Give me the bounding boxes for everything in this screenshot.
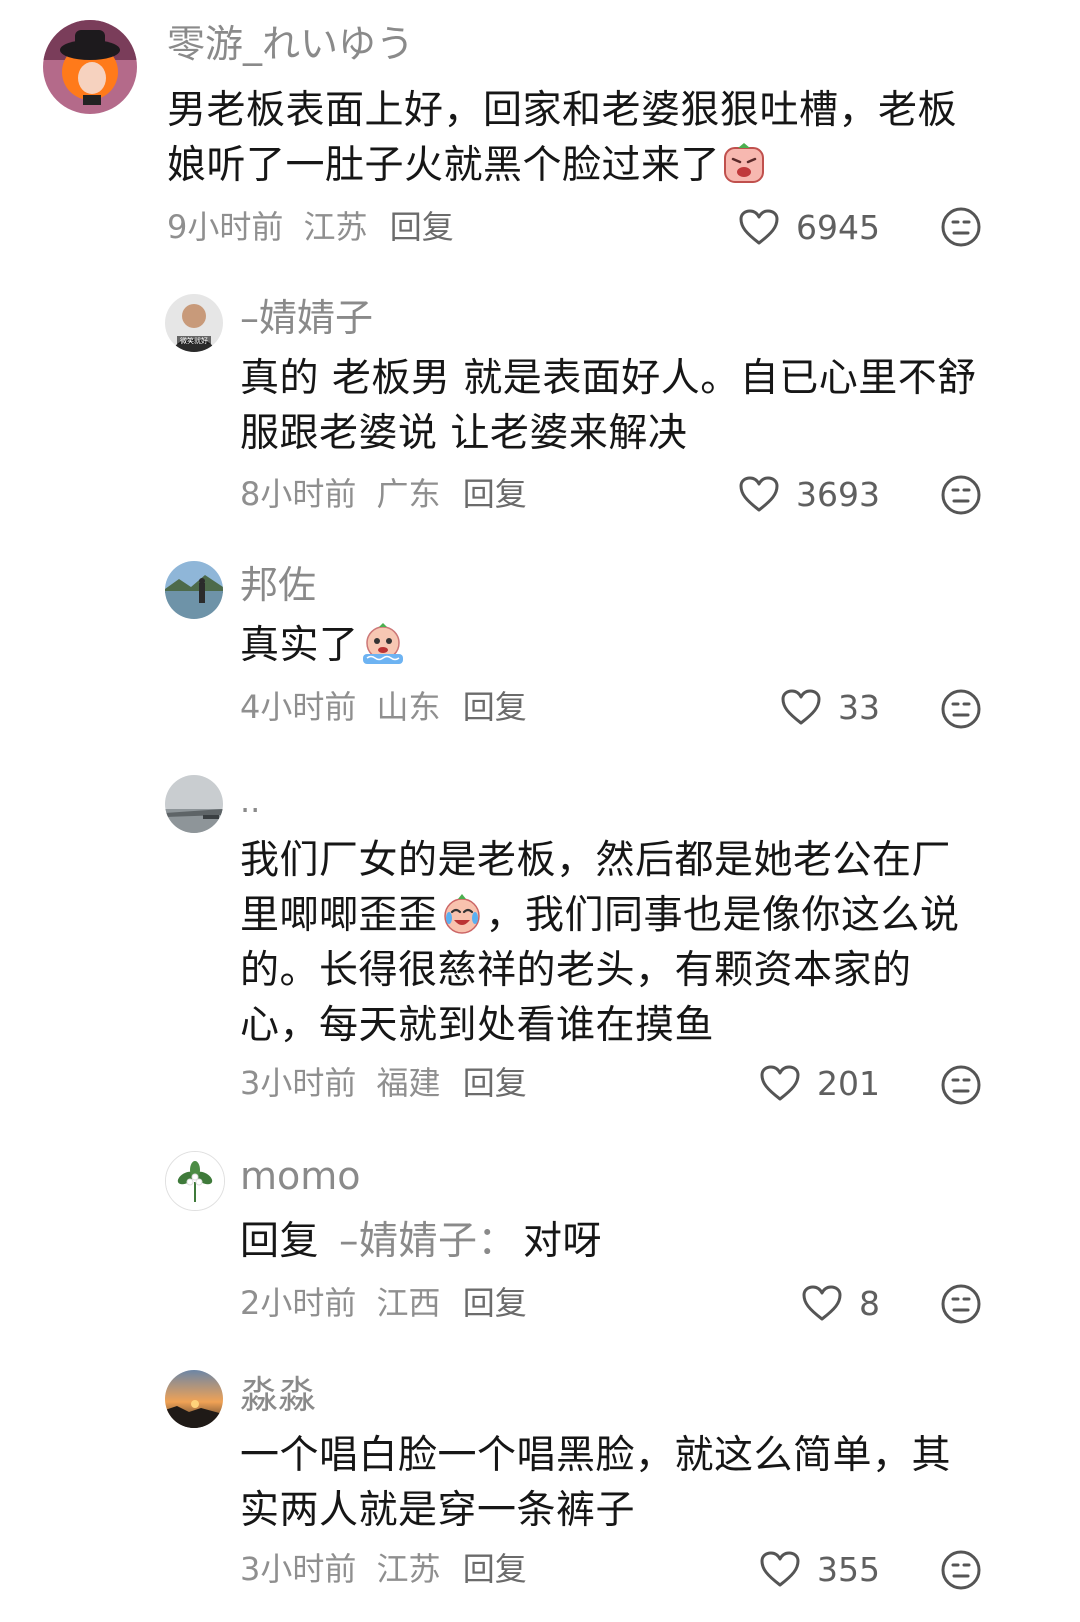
comment-meta: 8小时前 广东 回复 — [240, 478, 527, 510]
comment-text-fragment: ，我们同事也是像你这么说 — [485, 893, 960, 938]
reply-prefix: 回复 — [240, 1219, 320, 1264]
heart-outline-icon — [739, 209, 779, 245]
dislike-button[interactable] — [940, 474, 982, 516]
comment-location: 广东 — [376, 475, 441, 513]
avatar-badge: 微笑就好 — [180, 336, 208, 345]
heart-outline-icon — [760, 1065, 800, 1101]
comment-location: 江苏 — [303, 208, 368, 246]
comment-text: 男老板表面上好，回家和老婆狠狠吐槽，老板 娘听了一肚子火就黑个脸过来了 — [167, 83, 1027, 193]
like-count: 8 — [859, 1283, 880, 1323]
comment-meta: 9小时前 江苏 回复 — [167, 211, 454, 243]
comment-time: 8小时前 — [240, 475, 357, 513]
reply-button[interactable]: 回复 — [463, 1284, 527, 1322]
user-avatar[interactable] — [43, 20, 137, 114]
meh-face-icon — [941, 689, 981, 729]
comment-text-line: 服跟老婆说 让老婆来解决 — [240, 411, 688, 456]
comment-text: 一个唱白脸一个唱黑脸，就这么简单，其 实两人就是穿一条裤子 — [240, 1428, 1040, 1538]
like-count: 6945 — [796, 207, 880, 247]
dislike-button[interactable] — [940, 1064, 982, 1106]
dislike-button[interactable] — [940, 206, 982, 248]
meh-face-icon — [941, 1550, 981, 1590]
comment-text-line: 里唧唧歪歪 ，我们同事也是像你这么说 — [240, 888, 1040, 943]
comment-text-fragment: 对呀 — [523, 1219, 603, 1264]
meh-face-icon — [941, 207, 981, 247]
like-button[interactable]: 33 — [780, 688, 880, 726]
comment-time: 3小时前 — [240, 1064, 357, 1102]
user-avatar[interactable]: 微笑就好 — [165, 294, 223, 352]
like-button[interactable]: 8 — [801, 1284, 880, 1322]
like-count: 201 — [817, 1063, 880, 1103]
dislike-button[interactable] — [940, 688, 982, 730]
comment-time: 4小时前 — [240, 688, 357, 726]
like-count: 3693 — [796, 474, 880, 514]
user-avatar[interactable] — [165, 561, 223, 619]
laugh-cry-emoji-icon — [440, 892, 484, 936]
comment-meta: 3小时前 江苏 回复 — [240, 1553, 527, 1585]
like-count: 355 — [817, 1549, 880, 1589]
comment-text-line: 男老板表面上好，回家和老婆狠狠吐槽，老板 — [167, 88, 958, 133]
crying-face-emoji-icon — [361, 622, 405, 666]
comment-time: 9小时前 — [167, 208, 284, 246]
comment-text-fragment: 里唧唧歪歪 — [240, 893, 438, 938]
comment-meta: 2小时前 江西 回复 — [240, 1287, 527, 1319]
comment-location: 福建 — [376, 1064, 441, 1102]
comment-text-line: 真实了 — [240, 618, 1040, 673]
comment-text: 真实了 — [240, 618, 1040, 673]
username[interactable]: –婧婧子 — [240, 299, 373, 337]
comment-meta: 4小时前 山东 回复 — [240, 691, 527, 723]
meh-face-icon — [941, 1065, 981, 1105]
like-button[interactable]: 3693 — [738, 475, 880, 513]
comment-location: 江西 — [376, 1284, 441, 1322]
angry-face-emoji-icon — [722, 142, 766, 186]
user-avatar[interactable] — [165, 1151, 225, 1211]
comment-text-fragment: 真实了 — [240, 623, 359, 668]
reply-button[interactable]: 回复 — [390, 208, 454, 246]
username[interactable]: 零游_れいゆう — [167, 25, 414, 63]
heart-outline-icon — [760, 1551, 800, 1587]
user-avatar[interactable] — [165, 775, 223, 833]
comment-location: 江苏 — [376, 1550, 441, 1588]
username[interactable]: .. — [240, 785, 260, 817]
dislike-button[interactable] — [940, 1283, 982, 1325]
username[interactable]: 邦佐 — [240, 566, 316, 604]
comment-text-line: 回复 –婧婧子： 对呀 — [240, 1214, 1040, 1269]
reply-button[interactable]: 回复 — [463, 1550, 527, 1588]
comment-text: 我们厂女的是老板，然后都是她老公在厂 里唧唧歪歪 ，我们同事也是像你这么说 的。长… — [240, 833, 1040, 1053]
heart-outline-icon — [781, 689, 821, 725]
comment-text-line: 娘听了一肚子火就黑个脸过来了 — [167, 138, 1027, 193]
username[interactable]: 淼淼 — [240, 1376, 316, 1414]
like-button[interactable]: 201 — [759, 1064, 880, 1102]
comment-text-line: 我们厂女的是老板，然后都是她老公在厂 — [240, 838, 952, 883]
reply-target-username[interactable]: –婧婧子： — [339, 1219, 517, 1264]
reply-button[interactable]: 回复 — [463, 475, 527, 513]
like-button[interactable]: 355 — [759, 1550, 880, 1588]
user-avatar[interactable] — [165, 1370, 223, 1428]
reply-button[interactable]: 回复 — [463, 1064, 527, 1102]
comment-text: 真的 老板男 就是表面好人。自已心里不舒 服跟老婆说 让老婆来解决 — [240, 351, 1040, 461]
comment-text-fragment: 娘听了一肚子火就黑个脸过来了 — [167, 143, 721, 188]
meh-face-icon — [941, 475, 981, 515]
username[interactable]: momo — [240, 1157, 361, 1195]
comment-location: 山东 — [376, 688, 441, 726]
heart-outline-icon — [739, 476, 779, 512]
reply-button[interactable]: 回复 — [463, 688, 527, 726]
like-count: 33 — [838, 687, 880, 727]
comment-time: 2小时前 — [240, 1284, 357, 1322]
comment-text-line: 心，每天就到处看谁在摸鱼 — [240, 1003, 715, 1048]
dislike-button[interactable] — [940, 1549, 982, 1591]
comment-time: 3小时前 — [240, 1550, 357, 1588]
meh-face-icon — [941, 1284, 981, 1324]
comment-meta: 3小时前 福建 回复 — [240, 1067, 527, 1099]
comment-text-line: 的。长得很慈祥的老头，有颗资本家的 — [240, 948, 912, 993]
comment-text: 回复 –婧婧子： 对呀 — [240, 1214, 1040, 1269]
comment-text-line: 一个唱白脸一个唱黑脸，就这么简单，其 — [240, 1433, 952, 1478]
like-button[interactable]: 6945 — [738, 208, 880, 246]
comment-text-line: 实两人就是穿一条裤子 — [240, 1488, 636, 1533]
comment-text-line: 真的 老板男 就是表面好人。自已心里不舒 — [240, 356, 977, 401]
heart-outline-icon — [802, 1285, 842, 1321]
